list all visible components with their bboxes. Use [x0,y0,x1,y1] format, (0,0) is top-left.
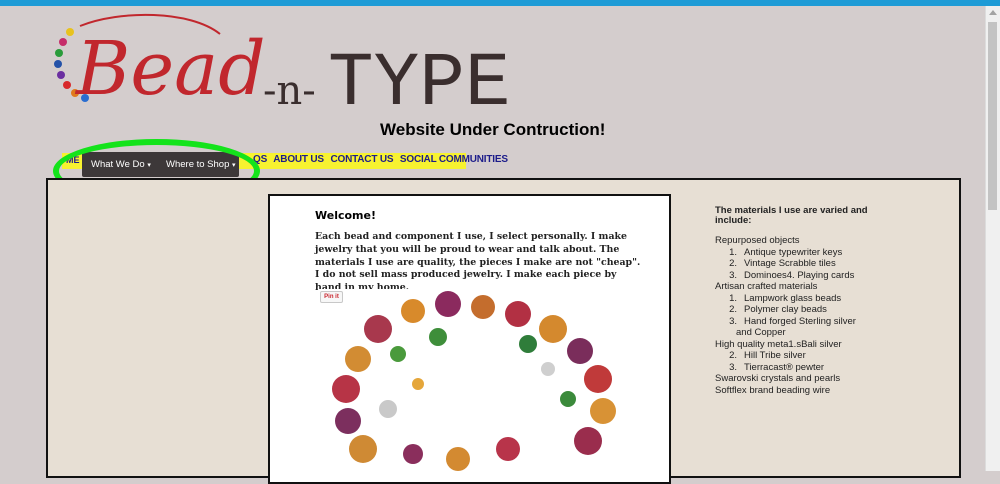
list-item-number: 3. [729,269,737,281]
list-item-text: High quality meta1.sBali silver [715,338,842,350]
list-item-number: 2. [729,350,737,361]
chevron-down-icon: ▾ [232,162,236,169]
list-item-number: 1. [729,246,737,258]
nav-link-home-fragment[interactable]: ME [66,155,80,165]
list-item: 3. Dominoes4. Playing cards [715,270,905,282]
page-title: Website Under Contruction! [380,120,606,139]
welcome-body: Each bead and component I use, I select … [315,231,641,294]
nav-link-faqs[interactable]: QS [253,154,267,165]
list-item-text: Hand forged Sterling silver [744,315,856,327]
list-item-text: Dominoes4. Playing cards [744,269,855,281]
list-item-text: Vintage Scrabble tiles [744,258,836,269]
list-item: 2. Vintage Scrabble tiles [715,258,905,270]
list-item: 1. Antique typewriter keys [715,247,905,259]
list-item-text: Hill Tribe silver [744,350,806,361]
list-item-text: Polymer clay beads [744,304,827,315]
materials-list: The materials I use are varied and inclu… [715,206,905,396]
bracelet-photo[interactable] [318,289,648,471]
list-item: 2. Hill Tribe silver [715,350,905,362]
site-logo[interactable]: Bead -n- TYPE [50,12,510,112]
list-item-number: 2. [729,258,737,269]
list-item-text: Tierracast® pewter [744,361,825,373]
nav-link-contact-us[interactable]: CONTACT US [331,154,394,165]
browser-top-strip [0,0,1000,6]
list-item: 1. Lampwork glass beads [715,293,905,305]
list-item: 2. Polymer clay beads [715,304,905,316]
dropdown-nav: What We Do ▾ Where to Shop ▾ [82,152,239,177]
nav-where-to-shop-label: Where to Shop [166,159,230,170]
list-item-number: 1. [729,292,737,304]
welcome-heading: Welcome! [315,209,376,222]
list-item-number: 3. [729,315,737,327]
list-item-number: 2. [729,304,737,315]
list-item: 3. Tierracast® pewter [715,362,905,374]
list-item-text: and Copper [736,327,786,338]
logo-type-text: TYPE [328,41,510,112]
list-item-text: Softflex brand beading wire [715,384,831,396]
pin-it-button[interactable]: Pin it [320,291,343,303]
scrollbar-thumb[interactable] [988,22,997,210]
materials-category: Repurposed objects [715,235,905,247]
materials-category: Swarovski crystals and pearls [715,373,905,385]
logo-dash-text: -n- [263,68,316,112]
list-item-text: Swarovski crystals and pearls [715,373,841,384]
nav-links: QS ABOUT US CONTACT US SOCIAL COMMUNITIE… [253,154,512,165]
list-item-text: Lampwork glass beads [744,292,842,304]
list-item-text: Repurposed objects [715,235,800,246]
list-item-text: Artisan crafted materials [715,281,818,292]
nav-link-social-communities[interactable]: SOCIAL COMMUNITIES [400,154,508,165]
list-item-text: Antique typewriter keys [744,246,843,258]
vertical-scrollbar[interactable] [985,6,1000,471]
chevron-down-icon: ▾ [147,162,151,169]
list-item-number: 3. [729,361,737,373]
nav-what-we-do[interactable]: What We Do ▾ [91,159,151,170]
materials-heading: The materials I use are varied and inclu… [715,205,868,226]
nav-what-we-do-label: What We Do [91,159,145,170]
materials-category: Artisan crafted materials [715,281,905,293]
scroll-up-arrow-icon[interactable] [989,10,997,15]
list-item: 3. Hand forged Sterling silver [715,316,905,328]
nav-link-about-us[interactable]: ABOUT US [273,154,324,165]
materials-category: High quality meta1.sBali silver [715,339,905,351]
materials-category: Softflex brand beading wire [715,385,905,397]
materials-rows: Repurposed objects 1. Antique typewriter k… [715,235,905,396]
nav-where-to-shop[interactable]: Where to Shop ▾ [166,159,236,170]
logo-script-text: Bead [74,26,266,112]
list-item: and Copper [715,327,905,339]
